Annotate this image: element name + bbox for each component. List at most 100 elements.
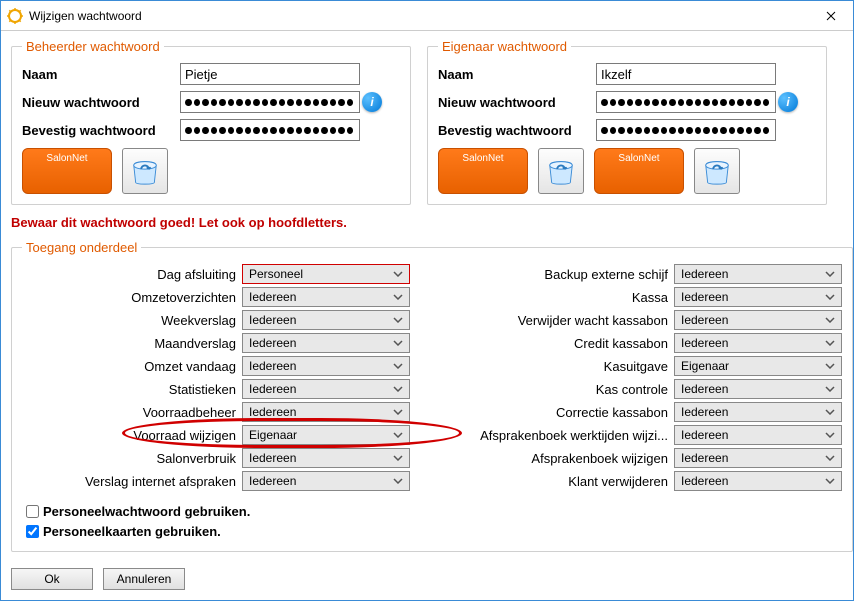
owner-newpw-input[interactable]: [596, 91, 776, 113]
chevron-down-icon: [823, 405, 837, 419]
admin-legend: Beheerder wachtwoord: [22, 39, 164, 54]
access-row: StatistiekenIedereen: [22, 378, 417, 400]
access-label: Statistieken: [22, 382, 242, 397]
access-value: Iedereen: [249, 336, 296, 350]
access-value: Iedereen: [249, 359, 296, 373]
access-select[interactable]: Iedereen: [242, 402, 410, 422]
owner-recycle-button-1[interactable]: [538, 148, 584, 194]
access-value: Iedereen: [681, 382, 728, 396]
chevron-down-icon: [391, 359, 405, 373]
access-label: Voorraadbeheer: [22, 405, 242, 420]
access-label: Kas controle: [464, 382, 674, 397]
access-label: Maandverslag: [22, 336, 242, 351]
access-row: Klant verwijderenIedereen: [447, 470, 842, 492]
access-legend: Toegang onderdeel: [22, 240, 141, 255]
chevron-down-icon: [391, 451, 405, 465]
info-icon[interactable]: i: [362, 92, 382, 112]
access-value: Iedereen: [681, 474, 728, 488]
owner-name-input[interactable]: [596, 63, 776, 85]
chevron-down-icon: [391, 290, 405, 304]
chevron-down-icon: [391, 382, 405, 396]
access-select[interactable]: Iedereen: [242, 356, 410, 376]
window-title: Wijzigen wachtwoord: [29, 9, 808, 23]
owner-recycle-button-2[interactable]: [694, 148, 740, 194]
access-select[interactable]: Iedereen: [242, 471, 410, 491]
access-label: Dag afsluiting: [22, 267, 242, 282]
access-row: VoorraadbeheerIedereen: [22, 401, 417, 423]
admin-confirmpw-label: Bevestig wachtwoord: [22, 123, 180, 138]
access-row: Afsprakenboek wijzigen Iedereen: [447, 447, 842, 469]
access-row: Verwijder wacht kassabonIedereen: [447, 309, 842, 331]
admin-password-panel: Beheerder wachtwoord Naam Nieuw wachtwoo…: [11, 39, 411, 205]
warning-text: Bewaar dit wachtwoord goed! Let ook op h…: [11, 215, 843, 230]
chevron-down-icon: [823, 451, 837, 465]
access-select[interactable]: Iedereen: [674, 287, 842, 307]
owner-salonnet-button-2[interactable]: SalonNet: [594, 148, 684, 194]
info-icon[interactable]: i: [778, 92, 798, 112]
access-select[interactable]: Iedereen: [674, 425, 842, 445]
chevron-down-icon: [823, 382, 837, 396]
admin-recycle-button[interactable]: [122, 148, 168, 194]
access-select[interactable]: Iedereen: [242, 379, 410, 399]
access-label: Credit kassabon: [464, 336, 674, 351]
chevron-down-icon: [823, 336, 837, 350]
admin-confirmpw-input[interactable]: [180, 119, 360, 141]
access-row: Correctie kassabonIedereen: [447, 401, 842, 423]
access-row: Credit kassabon Iedereen: [447, 332, 842, 354]
chevron-down-icon: [823, 359, 837, 373]
chevron-down-icon: [391, 267, 405, 281]
owner-salonnet-button-1[interactable]: SalonNet: [438, 148, 528, 194]
admin-newpw-input[interactable]: [180, 91, 360, 113]
owner-legend: Eigenaar wachtwoord: [438, 39, 571, 54]
access-panel: Toegang onderdeel Dag afsluiting Personee…: [11, 240, 853, 552]
access-row: Afsprakenboek werktijden wijzi...Iederee…: [447, 424, 842, 446]
access-row: KasuitgaveEigenaar: [447, 355, 842, 377]
access-label: Verwijder wacht kassabon: [464, 313, 674, 328]
access-select[interactable]: Eigenaar: [674, 356, 842, 376]
access-value: Personeel: [249, 267, 303, 281]
close-button[interactable]: [808, 1, 853, 31]
admin-name-input[interactable]: [180, 63, 360, 85]
access-select[interactable]: Iedereen: [674, 264, 842, 284]
app-icon: [7, 8, 23, 24]
ok-button[interactable]: Ok: [11, 568, 93, 590]
access-value: Iedereen: [681, 336, 728, 350]
owner-confirmpw-input[interactable]: [596, 119, 776, 141]
access-row: Voorraad wijzigenEigenaar: [22, 424, 417, 446]
access-select[interactable]: Iedereen: [674, 471, 842, 491]
access-select[interactable]: Iedereen: [242, 310, 410, 330]
access-label: Verslag internet afspraken: [22, 474, 242, 489]
window: Wijzigen wachtwoord Beheerder wachtwoord…: [0, 0, 854, 601]
chk-personeel-wachtwoord[interactable]: Personeelwachtwoord gebruiken.: [22, 501, 842, 521]
owner-password-panel: Eigenaar wachtwoord Naam Nieuw wachtwoor…: [427, 39, 827, 205]
access-label: Kassa: [464, 290, 674, 305]
access-value: Iedereen: [681, 428, 728, 442]
cancel-button[interactable]: Annuleren: [103, 568, 185, 590]
access-label: Weekverslag: [22, 313, 242, 328]
access-value: Iedereen: [681, 451, 728, 465]
access-select[interactable]: Iedereen: [674, 379, 842, 399]
access-select[interactable]: Iedereen: [242, 287, 410, 307]
access-row: Maandverslag Iedereen: [22, 332, 417, 354]
chk-personeel-kaarten[interactable]: Personeelkaarten gebruiken.: [22, 521, 842, 541]
access-select[interactable]: Iedereen: [674, 448, 842, 468]
access-select[interactable]: Iedereen: [674, 310, 842, 330]
chevron-down-icon: [391, 313, 405, 327]
access-select[interactable]: Iedereen: [674, 402, 842, 422]
access-value: Iedereen: [249, 451, 296, 465]
access-label: Voorraad wijzigen: [22, 428, 242, 443]
access-select[interactable]: Eigenaar: [242, 425, 410, 445]
access-select[interactable]: Iedereen: [674, 333, 842, 353]
access-value: Iedereen: [681, 290, 728, 304]
access-row: Weekverslag Iedereen: [22, 309, 417, 331]
access-value: Iedereen: [681, 405, 728, 419]
admin-name-label: Naam: [22, 67, 180, 82]
access-value: Iedereen: [249, 313, 296, 327]
access-row: Omzet vandaagIedereen: [22, 355, 417, 377]
access-select[interactable]: Iedereen: [242, 448, 410, 468]
admin-salonnet-button[interactable]: SalonNet: [22, 148, 112, 194]
access-value: Iedereen: [681, 267, 728, 281]
access-label: Afsprakenboek wijzigen: [464, 451, 674, 466]
access-select[interactable]: Iedereen: [242, 333, 410, 353]
access-select[interactable]: Personeel: [242, 264, 410, 284]
